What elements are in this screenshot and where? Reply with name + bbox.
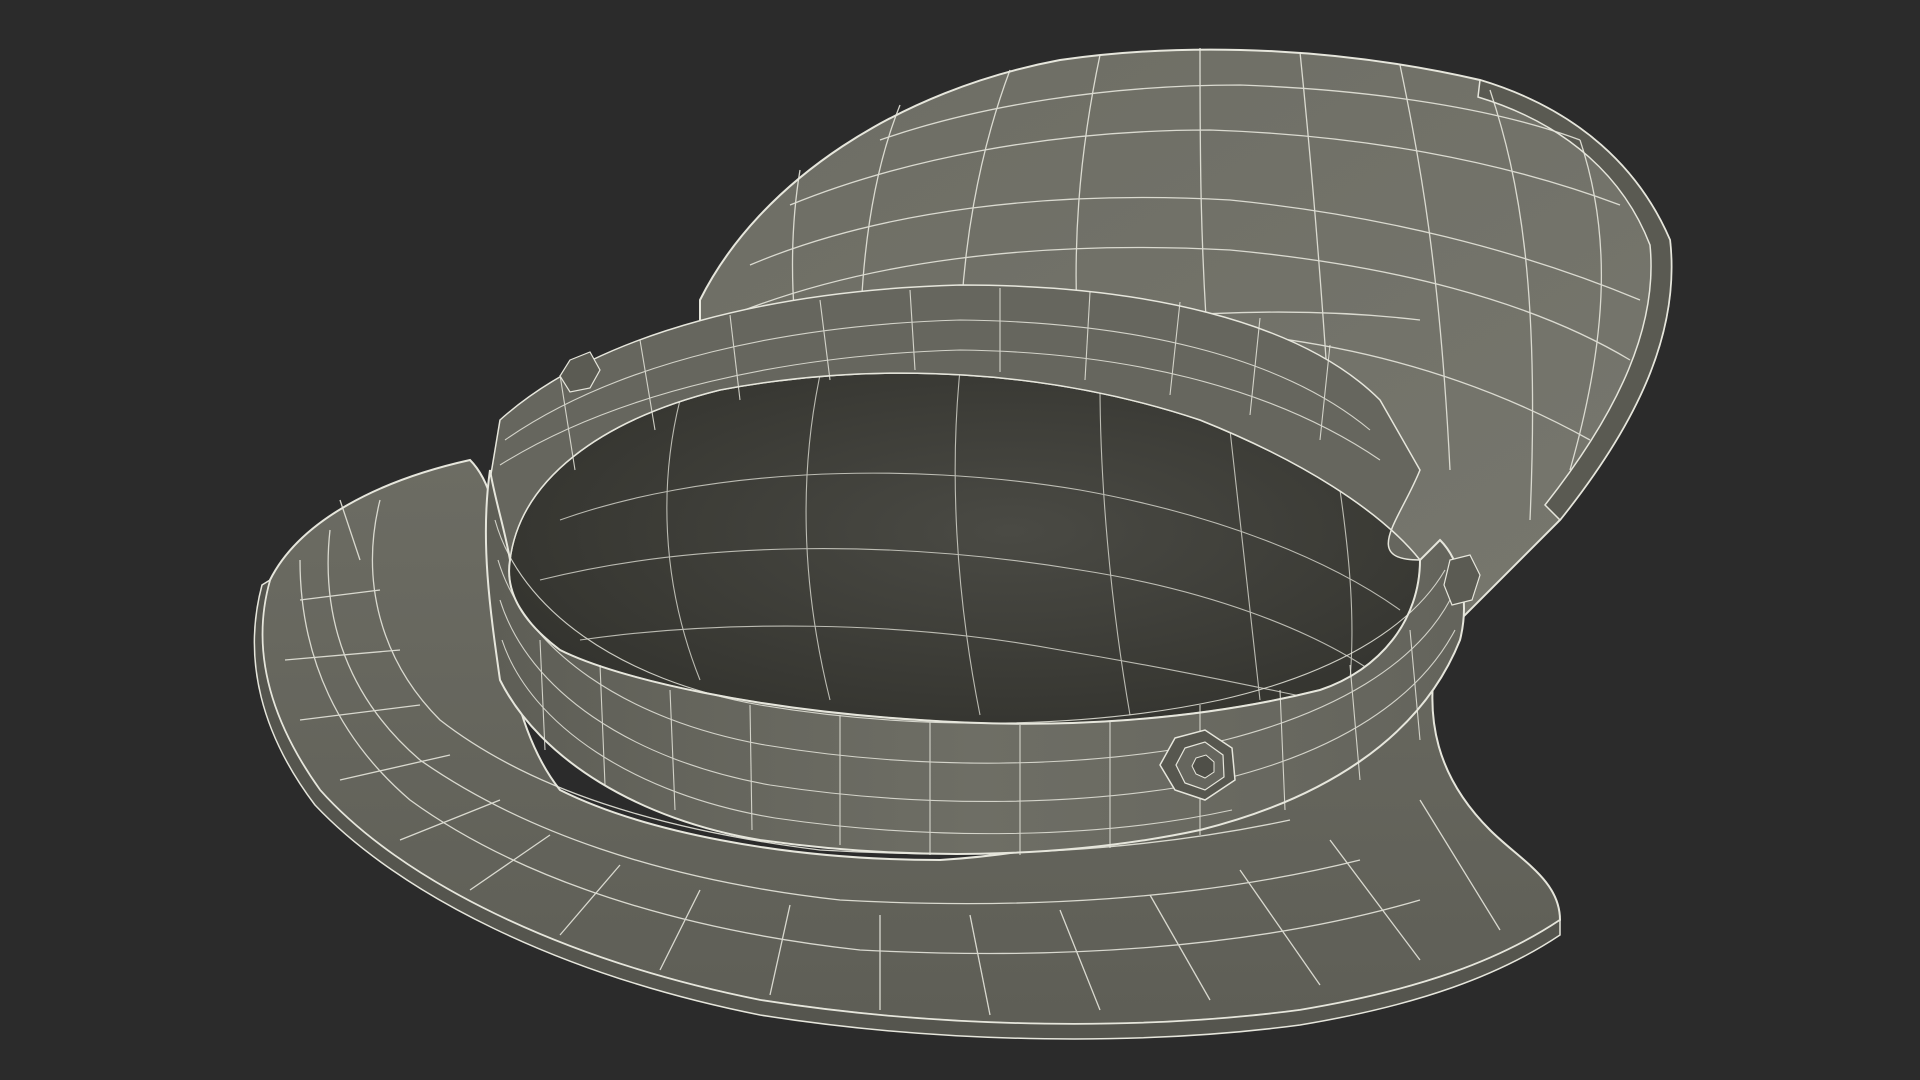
render-viewport: [0, 0, 1920, 1080]
hat-render: [253, 47, 1673, 1040]
